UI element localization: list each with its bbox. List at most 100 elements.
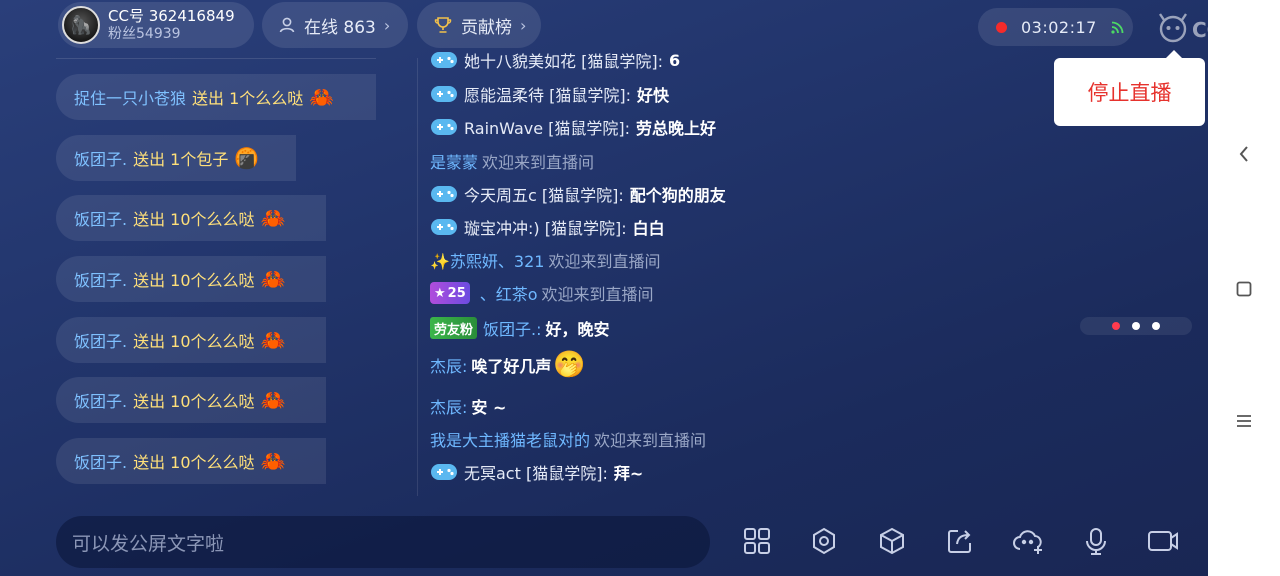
cc-logo-icon xyxy=(1159,13,1187,43)
camera-icon xyxy=(1148,531,1178,551)
gift-action: 送出 1个么么哒 xyxy=(192,89,304,108)
chat-message: 好，晚安 xyxy=(545,320,610,339)
gift-action: 送出 10个么么哒 xyxy=(133,392,255,411)
gift-user[interactable]: 饭团子. xyxy=(74,146,127,170)
chat-line: 今天周五c [猫鼠学院]: 配个狗的朋友 xyxy=(430,178,726,210)
stop-live-button[interactable]: 停止直播 xyxy=(1054,50,1205,126)
gift-user[interactable]: 饭团子. xyxy=(74,206,127,230)
online-count-label: 在线 863 xyxy=(304,17,376,38)
contribution-rank-button[interactable]: 贡献榜 › xyxy=(417,2,541,48)
gift-emoji-icon: 🦀 xyxy=(309,85,335,109)
chat-user[interactable]: 饭团子.: xyxy=(483,316,541,340)
level-badge: ★ 25 xyxy=(430,282,470,304)
trophy-icon xyxy=(433,15,453,35)
star-icon: ★ xyxy=(434,285,446,301)
level-badge-text: 25 xyxy=(447,285,466,301)
chat-line: 杰辰: 安 ~ xyxy=(430,390,506,422)
cube-button[interactable] xyxy=(875,524,909,558)
chat-user[interactable]: 杰辰: xyxy=(430,394,467,418)
avatar: 🦍 xyxy=(62,6,100,44)
chat-message: 劳总晚上好 xyxy=(636,119,717,138)
welcome-text: 欢迎来到直播间 xyxy=(594,431,707,450)
record-dot-icon xyxy=(996,21,1007,33)
chat-list[interactable]: 她十八貌美如花 [猫鼠学院]: 6 愿能温柔待 [猫鼠学院]: 好快 RainWave … xyxy=(430,44,1050,500)
grid-icon xyxy=(744,528,770,554)
chat-user[interactable]: 我是大主播猫老鼠对的 xyxy=(430,427,590,451)
mic-icon xyxy=(1086,528,1106,555)
share-button[interactable] xyxy=(943,524,977,558)
gift-emoji-icon: 🦀 xyxy=(260,206,286,230)
settings-button[interactable] xyxy=(807,524,841,558)
grid-button[interactable] xyxy=(740,524,774,558)
chat-line: 她十八貌美如花 [猫鼠学院]: 6 xyxy=(430,44,680,76)
gift-user[interactable]: 饭团子. xyxy=(74,328,127,352)
online-count-button[interactable]: 在线 863 › xyxy=(262,2,408,48)
gift-action: 送出 10个么么哒 xyxy=(133,210,255,229)
chat-message: 6 xyxy=(668,50,681,70)
live-timer: 03:02:17 xyxy=(978,8,1133,46)
welcome-text: 欢迎来到直播间 xyxy=(541,285,654,304)
cloud-add-icon xyxy=(1013,530,1042,554)
gift-action: 送出 10个么么哒 xyxy=(133,332,255,351)
chat-user[interactable]: 璇宝冲冲:) [猫鼠学院]: xyxy=(464,215,627,239)
chat-input[interactable]: 可以发公屏文字啦 xyxy=(56,516,710,568)
cube-icon xyxy=(880,527,904,555)
chat-message: 安 ~ xyxy=(471,398,507,417)
chat-message: 唉了好几声 xyxy=(471,357,552,376)
chat-user[interactable]: 是蒙蒙 xyxy=(430,149,478,173)
system-nav-bar xyxy=(1208,0,1280,576)
chat-input-placeholder: 可以发公屏文字啦 xyxy=(72,532,225,555)
gift-action: 送出 10个么么哒 xyxy=(133,453,255,472)
gift-user[interactable]: 捉住一只小苍狼 xyxy=(74,85,186,109)
gamepad-icon xyxy=(430,462,458,482)
mic-button[interactable] xyxy=(1079,524,1113,558)
chevron-left-icon xyxy=(1239,146,1248,162)
gift-item: 饭团子. 送出 1个包子 🍘 xyxy=(56,135,296,181)
chat-message: 白白 xyxy=(632,219,665,238)
chevron-right-icon: › xyxy=(383,15,391,35)
square-icon xyxy=(1236,281,1252,297)
back-button[interactable] xyxy=(1230,140,1258,168)
gift-emoji-icon: 🦀 xyxy=(260,328,286,352)
chat-user[interactable]: 她十八貌美如花 [猫鼠学院]: xyxy=(464,48,663,72)
page-dot xyxy=(1152,322,1160,330)
chat-user[interactable]: 愿能温柔待 [猫鼠学院]: xyxy=(464,82,631,106)
fan-badge: 劳友粉 xyxy=(430,317,478,339)
page-dot xyxy=(1112,322,1120,330)
anchor-card[interactable]: 🦍 CC号 362416849 粉丝54939 xyxy=(58,2,254,48)
anchor-id: CC号 362416849 xyxy=(108,7,235,26)
chat-line: 愿能温柔待 [猫鼠学院]: 好快 xyxy=(430,78,669,110)
gift-divider xyxy=(56,58,376,59)
gift-item: 饭团子. 送出 10个么么哒 🦀 xyxy=(56,317,326,363)
gift-item: 饭团子. 送出 10个么么哒 🦀 xyxy=(56,377,326,423)
chat-user[interactable]: 、红茶o xyxy=(480,281,538,305)
column-divider xyxy=(417,58,418,496)
chat-line: 劳友粉 饭团子.: 好，晚安 xyxy=(430,312,610,344)
page-indicator[interactable] xyxy=(1080,317,1192,335)
gift-item: 饭团子. 送出 10个么么哒 🦀 xyxy=(56,256,326,302)
gift-action: 送出 10个么么哒 xyxy=(133,271,255,290)
chat-user[interactable]: 无冥act [猫鼠学院]: xyxy=(464,460,608,484)
gift-user[interactable]: 饭团子. xyxy=(74,388,127,412)
gamepad-icon xyxy=(430,184,458,204)
chat-user[interactable]: ✨苏熙妍、321 xyxy=(430,248,544,272)
anchor-fans: 粉丝54939 xyxy=(108,25,181,42)
chat-user[interactable]: 今天周五c [猫鼠学院]: xyxy=(464,182,624,206)
gift-user[interactable]: 饭团子. xyxy=(74,267,127,291)
gift-user[interactable]: 饭团子. xyxy=(74,449,127,473)
chat-user[interactable]: 杰辰: xyxy=(430,353,467,377)
chat-line: 无冥act [猫鼠学院]: 拜~ xyxy=(430,456,643,488)
gift-item: 饭团子. 送出 10个么么哒 🦀 xyxy=(56,195,326,241)
menu-button[interactable] xyxy=(1230,407,1258,435)
home-button[interactable] xyxy=(1230,275,1258,303)
user-icon xyxy=(278,16,296,34)
chevron-right-icon: › xyxy=(520,15,527,35)
menu-icon xyxy=(1237,415,1251,427)
cloud-add-button[interactable] xyxy=(1011,524,1045,558)
gift-item: 饭团子. 送出 10个么么哒 🦀 xyxy=(56,438,326,484)
camera-button[interactable] xyxy=(1146,524,1180,558)
chat-user[interactable]: RainWave [猫鼠学院]: xyxy=(464,115,630,139)
chat-line: ✨苏熙妍、321 欢迎来到直播间 xyxy=(430,244,660,276)
gift-action: 送出 1个包子 xyxy=(133,150,229,169)
gamepad-icon xyxy=(430,217,458,237)
